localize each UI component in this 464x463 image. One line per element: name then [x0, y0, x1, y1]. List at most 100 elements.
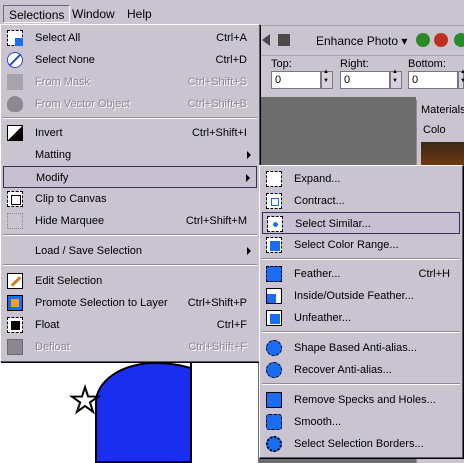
menu-help[interactable]: Help	[122, 5, 157, 23]
menu-item-label: Recover Anti-alias...	[294, 364, 392, 376]
inside-outside-feather-icon	[266, 288, 282, 304]
menu-item-label: From Mask	[35, 76, 90, 88]
menu-item-expand[interactable]: Expand...	[262, 168, 460, 190]
menu-item-label: Select All	[35, 32, 81, 44]
menu-item-shortcut: Ctrl+A	[216, 32, 247, 44]
right-input[interactable]: 0	[340, 71, 390, 89]
menu-item-contract[interactable]: Contract...	[262, 190, 460, 212]
menu-item-feather[interactable]: Feather... Ctrl+H	[262, 263, 460, 285]
menu-item-clip-to-canvas[interactable]: Clip to Canvas	[3, 188, 257, 210]
menu-item-shortcut: Ctrl+Shift+P	[187, 297, 247, 309]
menu-separator	[262, 383, 460, 385]
menu-item-label: Smooth...	[294, 416, 342, 428]
remove-specks-icon	[266, 392, 282, 408]
menu-separator	[3, 234, 257, 236]
person-green-icon[interactable]	[416, 33, 430, 47]
menu-item-remove-specks[interactable]: Remove Specks and Holes...	[262, 389, 460, 411]
menu-item-recover-antialias[interactable]: Recover Anti-alias...	[262, 359, 460, 381]
menu-item-label: Float	[35, 319, 60, 331]
person-red-icon[interactable]	[434, 33, 448, 47]
menu-item-label: Select Similar...	[295, 218, 371, 230]
bottom-spinner[interactable]	[458, 69, 464, 89]
menu-item-label: Promote Selection to Layer	[35, 297, 168, 309]
shape-antialias-icon	[266, 340, 282, 356]
image-canvas[interactable]: ☆	[0, 362, 258, 463]
menu-item-label: Select None	[35, 54, 95, 66]
menu-item-shortcut: Ctrl+Shift+I	[191, 127, 247, 139]
menu-item-label: Contract...	[294, 195, 345, 207]
menu-item-select-similar[interactable]: Select Similar...	[262, 212, 460, 234]
from-vector-icon	[7, 96, 23, 112]
menu-separator	[3, 264, 257, 266]
menu-item-unfeather[interactable]: Unfeather...	[262, 307, 460, 329]
menu-item-label: Feather...	[294, 268, 341, 280]
from-mask-icon	[7, 74, 23, 90]
submenu-arrow-icon	[247, 151, 251, 159]
materials-tab-color[interactable]: Colo	[423, 124, 446, 136]
menu-item-label: Invert	[35, 127, 63, 139]
top-label: Top:	[271, 58, 292, 70]
menu-item-select-selection-borders[interactable]: Select Selection Borders...	[262, 433, 460, 455]
menubar: Selections Window Help	[0, 0, 464, 26]
menu-item-select-all[interactable]: Select All Ctrl+A	[3, 27, 257, 49]
stop-icon[interactable]	[278, 34, 290, 46]
top-input[interactable]: 0	[271, 71, 321, 89]
menu-selections[interactable]: Selections	[3, 5, 71, 23]
enhance-photo-label: Enhance Photo	[316, 34, 399, 48]
top-spinner[interactable]	[321, 69, 333, 89]
menu-item-label: Matting	[35, 149, 72, 161]
star-shape: ☆	[67, 380, 103, 422]
hide-marquee-icon	[7, 213, 23, 229]
back-icon[interactable]	[262, 34, 270, 46]
menu-item-shape-based-antialias[interactable]: Shape Based Anti-alias...	[262, 337, 460, 359]
recover-antialias-icon	[266, 362, 282, 378]
modify-submenu: Expand... Contract... Select Similar... …	[259, 165, 463, 458]
menu-item-shortcut: Ctrl+Shift+S	[187, 76, 247, 88]
menu-item-hide-marquee[interactable]: Hide Marquee Ctrl+Shift+M	[3, 210, 257, 232]
edit-selection-icon	[7, 273, 23, 289]
materials-title: Materials	[421, 104, 464, 116]
menu-item-shortcut: Ctrl+F	[216, 319, 247, 331]
enhance-photo-button[interactable]: Enhance Photo ▾	[316, 32, 407, 50]
menu-item-select-none[interactable]: Select None Ctrl+D	[3, 49, 257, 71]
bottom-label: Bottom:	[408, 58, 446, 70]
menu-item-promote-selection[interactable]: Promote Selection to Layer Ctrl+Shift+P	[3, 292, 257, 314]
menu-item-edit-selection[interactable]: Edit Selection	[3, 270, 257, 292]
menu-item-load-save-selection[interactable]: Load / Save Selection	[3, 240, 257, 262]
menu-item-label: Select Color Range...	[294, 239, 399, 251]
menu-item-inside-outside-feather[interactable]: Inside/Outside Feather...	[262, 285, 460, 307]
color-range-icon	[266, 237, 282, 253]
menu-item-defloat: Defloat Ctrl+Shift+F	[3, 336, 257, 358]
menu-item-smooth[interactable]: Smooth...	[262, 411, 460, 433]
submenu-arrow-icon	[247, 247, 251, 255]
menu-item-label: Defloat	[35, 341, 70, 353]
menu-item-label: Unfeather...	[294, 312, 351, 324]
right-spinner[interactable]	[390, 69, 402, 89]
bottom-input[interactable]: 0	[408, 71, 458, 89]
menu-item-modify[interactable]: Modify	[3, 166, 257, 188]
chevron-down-icon: ▾	[401, 34, 408, 48]
person-green-icon-2[interactable]	[454, 33, 464, 47]
menu-item-float[interactable]: Float Ctrl+F	[3, 314, 257, 336]
menu-item-label: Shape Based Anti-alias...	[294, 342, 417, 354]
selections-menu: Select All Ctrl+A Select None Ctrl+D Fro…	[0, 24, 260, 362]
menu-item-shortcut: Ctrl+H	[418, 268, 450, 280]
menu-item-invert[interactable]: Invert Ctrl+Shift+I	[3, 122, 257, 144]
select-all-icon	[7, 30, 23, 46]
menu-item-label: Hide Marquee	[35, 215, 105, 227]
select-none-icon	[7, 52, 23, 68]
toolbar: Enhance Photo ▾	[258, 26, 464, 56]
menu-item-label: Clip to Canvas	[35, 193, 107, 205]
menu-item-matting[interactable]: Matting	[3, 144, 257, 166]
menu-item-shortcut: Ctrl+Shift+F	[188, 341, 247, 353]
defloat-icon	[7, 339, 23, 355]
menu-window[interactable]: Window	[67, 5, 120, 23]
smooth-icon	[266, 414, 282, 430]
contract-icon	[266, 193, 282, 209]
menu-item-select-color-range[interactable]: Select Color Range...	[262, 234, 460, 256]
unfeather-icon	[266, 310, 282, 326]
menu-item-label: Modify	[36, 172, 69, 184]
menu-item-label: Edit Selection	[35, 275, 103, 287]
menu-item-from-vector-object: From Vector Object Ctrl+Shift+B	[3, 93, 257, 115]
clip-canvas-icon	[7, 191, 23, 207]
